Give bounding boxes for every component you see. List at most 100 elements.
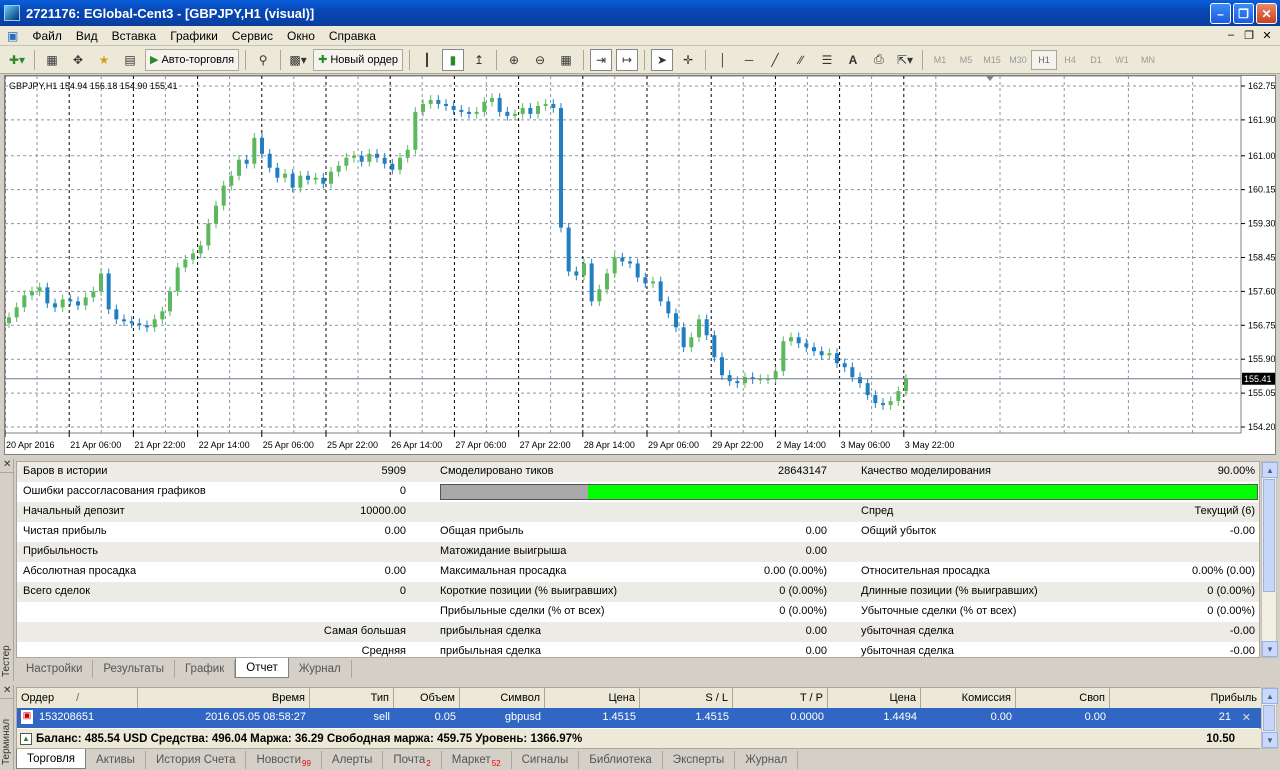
title-bar: 2721176: EGlobal-Cent3 - [GBPJPY,H1 (vis… [0, 0, 1280, 26]
col-commission[interactable]: Комиссия [921, 688, 1016, 708]
col-profit[interactable]: Прибыль [1110, 688, 1261, 708]
profiles-icon[interactable]: ▦ [41, 49, 63, 71]
equidistant-channel-icon[interactable]: ∕∕ [790, 49, 812, 71]
menu-help[interactable]: Справка [322, 29, 383, 43]
crosshair-icon[interactable]: ✛ [677, 49, 699, 71]
col-tp[interactable]: T / P [733, 688, 828, 708]
terminal-tab[interactable]: Маркет 52 [442, 751, 512, 769]
maximize-button[interactable]: ❐ [1233, 3, 1254, 24]
order-row[interactable]: ▣ 153208651 2016.05.05 08:58:27 sell 0.0… [17, 708, 1261, 728]
line-chart-icon[interactable]: ↥ [468, 49, 490, 71]
col-price[interactable]: Цена [545, 688, 640, 708]
horizontal-line-icon[interactable]: ─ [738, 49, 760, 71]
report-label: Прибыльность [23, 545, 98, 557]
report-value: Средняя [361, 645, 406, 657]
market-watch-icon[interactable]: ▤ [119, 49, 141, 71]
auto-scroll-icon[interactable]: ⇥ [589, 48, 612, 71]
vertical-line-icon[interactable]: │ [712, 49, 734, 71]
tester-side-tab[interactable]: Тестер [0, 459, 14, 681]
timeframe-h1[interactable]: H1 [1030, 49, 1057, 70]
text-label-icon[interactable]: ⎙ [868, 49, 890, 71]
timeframe-h4[interactable]: H4 [1057, 50, 1083, 70]
col-volume[interactable]: Объем [394, 688, 460, 708]
tester-tab[interactable]: Настройки [16, 660, 94, 678]
timeframe-d1[interactable]: D1 [1083, 50, 1109, 70]
terminal-tab[interactable]: История Счета [146, 751, 247, 769]
terminal-tab[interactable]: Сигналы [512, 751, 580, 769]
window-list-icon[interactable]: ▩▾ [287, 49, 309, 71]
close-button[interactable]: ✕ [1256, 3, 1277, 24]
menu-tools[interactable]: Сервис [225, 29, 280, 43]
cursor-icon[interactable]: ➤ [650, 48, 673, 71]
timeframe-w1[interactable]: W1 [1109, 50, 1135, 70]
candlestick-icon[interactable]: ▮ [441, 48, 464, 71]
minimize-button[interactable]: – [1210, 3, 1231, 24]
col-sl[interactable]: S / L [640, 688, 733, 708]
terminal-tab[interactable]: Алерты [322, 751, 384, 769]
doc-close-button[interactable]: ✕ [1260, 28, 1274, 42]
tester-tab[interactable]: Отчет [235, 658, 289, 678]
terminal-tab-label: Почта [393, 754, 426, 766]
new-order-button[interactable]: ✚ Новый ордер [313, 48, 403, 71]
zoom-out-icon[interactable]: ⊖ [529, 49, 551, 71]
tester-close-icon[interactable]: ✕ [0, 459, 14, 473]
report-scrollbar[interactable]: ▲ ▼ [1261, 461, 1278, 658]
col-type[interactable]: Тип [310, 688, 394, 708]
terminal-tab[interactable]: Торговля [16, 749, 87, 769]
menu-file[interactable]: Файл [25, 29, 69, 43]
text-icon[interactable]: A [842, 49, 864, 71]
toolbar-separator [245, 49, 247, 70]
chart-shift-icon[interactable]: ↦ [615, 48, 638, 71]
scroll-thumb[interactable] [1263, 705, 1275, 731]
col-swap[interactable]: Своп [1016, 688, 1110, 708]
menu-window[interactable]: Окно [280, 29, 322, 43]
fibonacci-icon[interactable]: ☰ [816, 49, 838, 71]
terminal-tab[interactable]: Эксперты [663, 751, 736, 769]
col-time[interactable]: Время [138, 688, 310, 708]
arrows-icon[interactable]: ⇱▾ [894, 49, 916, 71]
auto-trading-button[interactable]: ▶ Авто-торговля [145, 48, 240, 71]
terminal-tab[interactable]: Журнал [735, 751, 799, 769]
scroll-down-icon[interactable]: ▼ [1262, 641, 1278, 657]
doc-icon[interactable]: ▣ [0, 29, 25, 43]
col-symbol[interactable]: Символ [460, 688, 545, 708]
col-current-price[interactable]: Цена [828, 688, 921, 708]
new-chart-icon[interactable]: ✚▾ [6, 49, 28, 71]
timeframe-mn[interactable]: MN [1135, 50, 1161, 70]
doc-restore-button[interactable]: ❐ [1242, 28, 1256, 42]
favorites-icon[interactable]: ★ [93, 49, 115, 71]
terminal-close-icon[interactable]: ✕ [0, 685, 14, 699]
terminal-tab[interactable]: Активы [86, 751, 146, 769]
menu-insert[interactable]: Вставка [105, 29, 164, 43]
timeframe-m30[interactable]: M30 [1005, 50, 1031, 70]
close-order-icon[interactable]: ✕ [1242, 711, 1251, 724]
strategy-tester-icon[interactable]: ⚲ [252, 49, 274, 71]
scroll-thumb[interactable] [1263, 479, 1275, 592]
terminal-tab[interactable]: Библиотека [579, 751, 663, 769]
menu-view[interactable]: Вид [69, 29, 105, 43]
tester-tab[interactable]: График [175, 660, 236, 678]
scroll-up-icon[interactable]: ▲ [1262, 688, 1278, 704]
tile-windows-icon[interactable]: ▦ [555, 49, 577, 71]
tester-tab[interactable]: Результаты [93, 660, 175, 678]
price-chart[interactable]: 162.75 161.90 161.00 160.15 159.30 158.45 157.… [4, 75, 1276, 455]
timeframe-m5[interactable]: M5 [953, 50, 979, 70]
terminal-tab[interactable]: Почта 2 [383, 751, 442, 769]
app-icon [4, 5, 20, 21]
terminal-tab[interactable]: Новости 99 [246, 751, 322, 769]
report-row: Всего сделок 0 Короткие позиции (% выиграв… [17, 582, 1259, 602]
scroll-up-icon[interactable]: ▲ [1262, 462, 1278, 478]
doc-minimize-button[interactable]: – [1224, 28, 1238, 42]
scroll-down-icon[interactable]: ▼ [1262, 732, 1278, 748]
menu-charts[interactable]: Графики [163, 29, 225, 43]
trendline-icon[interactable]: ╱ [764, 49, 786, 71]
zoom-in-icon[interactable]: ⊕ [503, 49, 525, 71]
orders-scrollbar[interactable]: ▲ ▼ [1261, 687, 1278, 749]
tester-tab[interactable]: Журнал [289, 660, 352, 678]
navigator-icon[interactable]: ✥ [67, 49, 89, 71]
timeframe-m15[interactable]: M15 [979, 50, 1005, 70]
timeframe-m1[interactable]: M1 [927, 50, 953, 70]
bar-chart-icon[interactable]: ┃ [416, 49, 438, 71]
col-order[interactable]: Ордер / [17, 688, 138, 708]
x-tick-label: 21 Apr 06:00 [70, 440, 121, 450]
